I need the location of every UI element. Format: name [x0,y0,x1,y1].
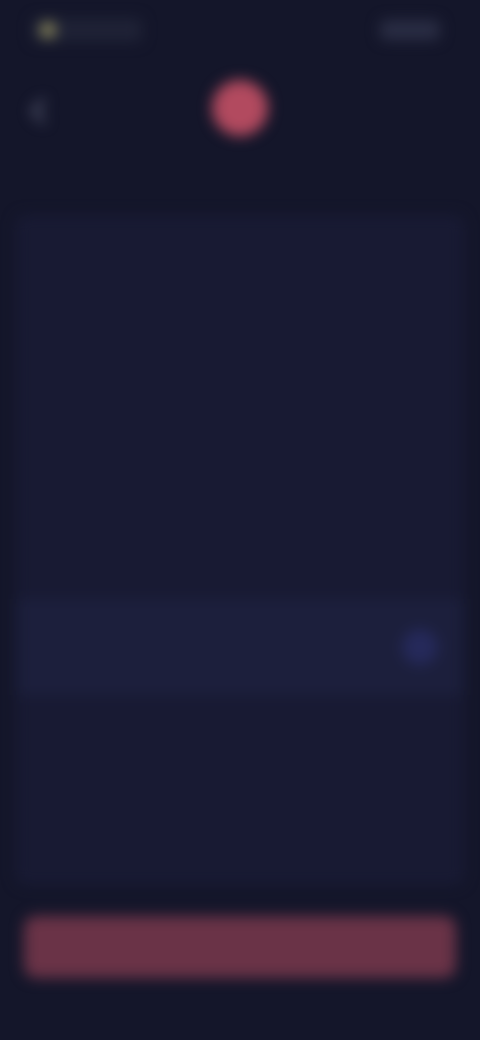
status-indicator-icon [40,22,56,38]
list-item[interactable] [16,215,464,311]
chevron-left-icon [30,98,56,124]
status-right [380,20,440,40]
page-title [24,160,354,196]
list-item[interactable] [16,503,464,599]
list-item[interactable] [16,311,464,407]
list-item[interactable] [16,407,464,503]
status-bar [0,0,480,60]
back-button[interactable] [26,96,56,126]
list-item[interactable] [16,791,464,887]
app-logo-icon [212,80,268,136]
options-list [16,215,464,885]
list-item-selected[interactable] [16,599,464,695]
submit-button[interactable] [24,916,456,978]
radio-selected-icon[interactable] [402,629,438,665]
list-item[interactable] [16,695,464,791]
screen [0,0,480,1040]
